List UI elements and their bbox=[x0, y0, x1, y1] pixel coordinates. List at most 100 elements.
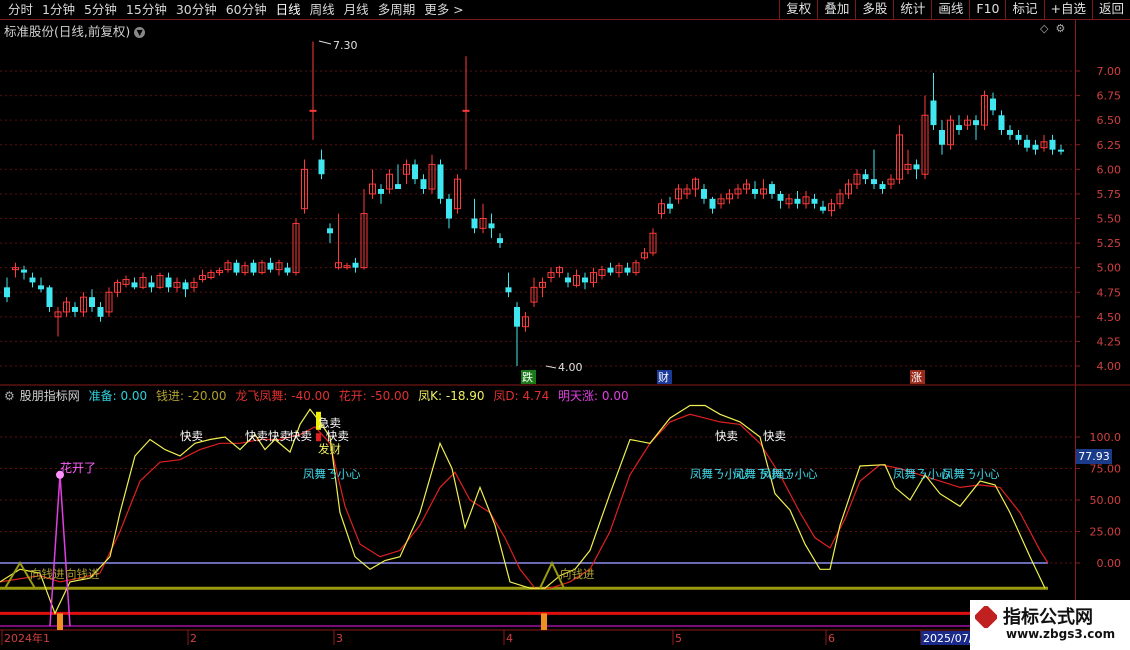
candle-body bbox=[667, 203, 673, 209]
candle-body bbox=[420, 179, 427, 189]
candle-body bbox=[250, 262, 257, 273]
candle-body bbox=[811, 198, 818, 204]
y-tick-label: 5.50 bbox=[1097, 213, 1122, 226]
candle-body bbox=[412, 164, 418, 180]
candle-body bbox=[1015, 134, 1022, 140]
candle-body bbox=[395, 184, 401, 189]
candle-body bbox=[777, 193, 784, 201]
legend-zhunbei: 准备: 0.00 bbox=[88, 389, 148, 403]
candle-body bbox=[913, 164, 920, 170]
legend-fengd: 凤D: 4.74 bbox=[493, 389, 550, 403]
signal-bar-red bbox=[316, 433, 321, 442]
watermark-title: 指标公式网 bbox=[1003, 607, 1093, 628]
fengwu-label: 凤舞ㄋ小心 bbox=[303, 467, 361, 481]
candle-body bbox=[582, 277, 588, 283]
ind-y-tick-label: 25.00 bbox=[1090, 526, 1122, 539]
legend-mingtianzhang: 明天涨: 0.00 bbox=[558, 389, 629, 403]
main-grid bbox=[0, 70, 1075, 367]
candle-body bbox=[1058, 149, 1064, 152]
indicator-grid bbox=[0, 436, 1075, 564]
ind-y-tick-label: 100.0 bbox=[1090, 431, 1122, 444]
indicator-name[interactable]: 股朋指标网 bbox=[20, 389, 80, 403]
candle-body bbox=[4, 287, 10, 298]
y-tick-label: 4.50 bbox=[1097, 311, 1122, 324]
kuaimai-label: 快卖 bbox=[763, 429, 786, 443]
x-date-label: 2025/07/ bbox=[923, 632, 973, 645]
candle-body bbox=[29, 277, 36, 283]
event-marker-label: 涨 bbox=[911, 371, 922, 384]
candle-body bbox=[930, 100, 937, 126]
main-y-ticks: 7.00 6.75 6.50 6.25 6.00 5.75 5.50 5.25 5.00 4.75… bbox=[1075, 65, 1121, 373]
candle-body bbox=[1032, 144, 1039, 150]
x-tick-label: 6 bbox=[828, 632, 835, 645]
fengwu-label: 凤舞ㄋ小心 bbox=[942, 467, 1000, 481]
high-pointer bbox=[318, 40, 332, 45]
candle-body bbox=[497, 238, 503, 244]
facai-label: 发财 bbox=[318, 442, 341, 456]
x-tick-label: 4 bbox=[506, 632, 513, 645]
candle-body bbox=[309, 109, 317, 112]
feng-d-line bbox=[0, 413, 1049, 589]
y-tick-label: 4.75 bbox=[1097, 286, 1122, 299]
candle-body bbox=[862, 174, 869, 180]
candle-body bbox=[148, 282, 155, 288]
chart-canvas[interactable]: 7.00 6.75 6.50 6.25 6.00 5.75 5.50 5.25 5.00 4.75… bbox=[0, 0, 1130, 650]
candle-body bbox=[709, 198, 716, 209]
y-tick-label: 5.75 bbox=[1097, 188, 1122, 201]
candle-body bbox=[973, 120, 979, 126]
candle-body bbox=[505, 287, 512, 293]
candle-body bbox=[21, 269, 27, 273]
candle-body bbox=[1024, 139, 1030, 148]
candle-body bbox=[437, 164, 444, 199]
jimai-label: 急卖 bbox=[318, 416, 341, 430]
candle-body bbox=[607, 267, 614, 273]
ind-y-tick-label: 50.00 bbox=[1090, 494, 1122, 507]
candle-body bbox=[879, 184, 886, 189]
candle-body bbox=[72, 307, 78, 312]
candle-body bbox=[956, 125, 962, 130]
x-tick-label: 3 bbox=[336, 632, 343, 645]
indicator-title-bar: ⚙ 股朋指标网 准备: 0.00 钱进: -20.00 龙飞凤舞: -40.00 … bbox=[4, 387, 634, 404]
candle-body bbox=[1007, 130, 1013, 135]
y-tick-label: 6.50 bbox=[1097, 114, 1122, 127]
ind-y-tick-label: 0.00 bbox=[1097, 557, 1122, 570]
y-tick-label: 5.00 bbox=[1097, 262, 1122, 275]
candle-body bbox=[182, 282, 189, 290]
kuaimai-label: 快卖 bbox=[289, 429, 312, 443]
candle-body bbox=[488, 223, 495, 229]
candle-body bbox=[284, 267, 291, 273]
candle-body bbox=[1049, 139, 1056, 150]
xiangqian-label: 向钱进 bbox=[30, 567, 65, 581]
candle-body bbox=[89, 297, 95, 307]
high-label: 7.30 bbox=[333, 39, 358, 52]
y-tick-label: 7.00 bbox=[1097, 65, 1122, 78]
candle-body bbox=[97, 307, 104, 317]
ind-y-tick-label: 75.00 bbox=[1090, 463, 1122, 476]
y-tick-label: 4.00 bbox=[1097, 360, 1122, 373]
candle-body bbox=[514, 307, 520, 327]
candle-body bbox=[446, 198, 452, 219]
gear-icon[interactable]: ⚙ bbox=[4, 389, 15, 403]
kuaimai-label: 快卖 bbox=[180, 429, 203, 443]
candle-body bbox=[38, 285, 44, 290]
candle-body bbox=[794, 198, 801, 204]
xiangqian-label: 向钱进 bbox=[560, 567, 595, 581]
indicator-lines bbox=[0, 404, 1049, 630]
event-marker-label: 财 bbox=[658, 370, 669, 384]
x-tick-label: 2 bbox=[190, 632, 197, 645]
candle-body bbox=[990, 98, 996, 111]
indicator-annotations: 快卖 快卖 快卖快卖 快卖 快卖 快卖急卖发财凤舞ㄋ小心 凤舞ㄋ小心凤舞ㄋ小心凤舞ㄋ小心 凤舞… bbox=[30, 416, 1000, 581]
xiangqian-label: 向钱进 bbox=[65, 567, 100, 581]
candle-body bbox=[701, 189, 707, 199]
x-axis: 2024年1234562025/07/2025/07/ bbox=[1, 630, 973, 645]
signal-bar bbox=[57, 613, 63, 630]
watermark-url: www.zbgs3.com bbox=[1006, 627, 1116, 641]
y-tick-label: 6.75 bbox=[1097, 90, 1122, 103]
candle-body bbox=[471, 218, 478, 229]
candle-body bbox=[378, 189, 384, 194]
y-tick-label: 6.25 bbox=[1097, 139, 1122, 152]
candle-body bbox=[769, 184, 775, 194]
signal-bar bbox=[541, 613, 547, 630]
y-tick-label: 4.25 bbox=[1097, 335, 1122, 348]
candle-body bbox=[327, 228, 333, 234]
